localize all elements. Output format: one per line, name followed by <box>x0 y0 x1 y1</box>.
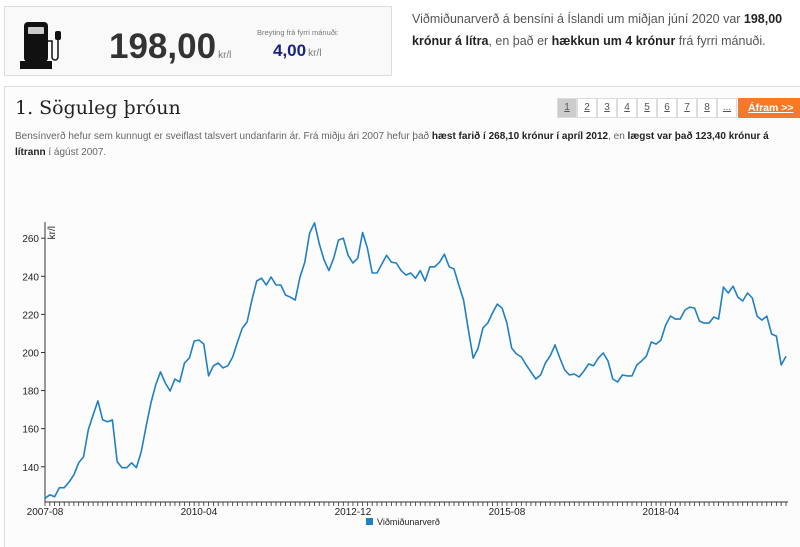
y-tick-label: 180 <box>22 387 39 398</box>
legend-swatch <box>366 518 373 525</box>
y-axis-label: kr/l <box>47 226 58 239</box>
y-tick-label: 140 <box>22 463 39 474</box>
y-tick-label: 220 <box>22 310 39 321</box>
x-tick-label: 2018-04 <box>643 507 680 518</box>
x-tick-label: 2007-08 <box>27 507 64 518</box>
x-tick-label: 2015-08 <box>489 507 526 518</box>
y-tick-label: 200 <box>22 348 39 359</box>
y-tick-label: 240 <box>22 272 39 283</box>
x-tick-label: 2010-04 <box>181 507 218 518</box>
series-line-vidmidunarverd <box>44 222 787 500</box>
y-tick-label: 160 <box>22 425 39 436</box>
y-tick-label: 260 <box>22 234 39 245</box>
price-history-chart: 140 160 180 200 220 240 260 kr/l 2007-08 2010-04 2… <box>22 222 788 527</box>
legend-label: Viðmiðunarverð <box>377 517 440 527</box>
x-tick-label: 2012-12 <box>335 507 372 518</box>
